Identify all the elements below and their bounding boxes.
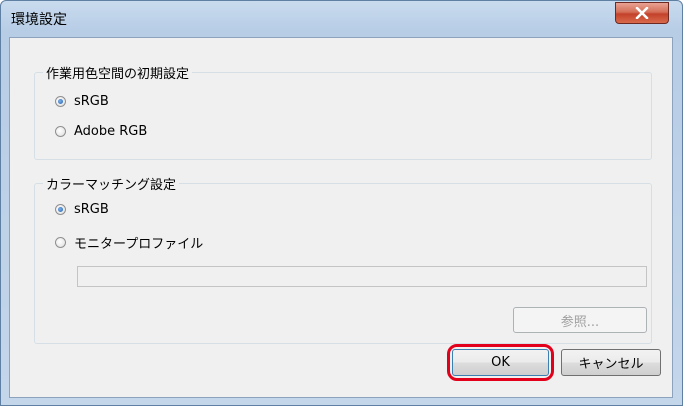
settings-dialog: 環境設定 作業用色空間の初期設定 sRGB Adobe RGB カラーマッチング… <box>0 0 683 406</box>
profile-path-field[interactable] <box>77 266 647 287</box>
matching-srgb-radio[interactable]: sRGB <box>55 202 109 217</box>
window-title: 環境設定 <box>11 12 67 28</box>
title-bar[interactable]: 環境設定 <box>1 1 682 37</box>
matching-monitor-profile-label: モニタープロファイル <box>74 237 204 252</box>
color-matching-group: カラーマッチング設定 sRGB モニタープロファイル 参照... <box>34 174 652 344</box>
matching-srgb-label: sRGB <box>74 202 109 217</box>
browse-button[interactable]: 参照... <box>513 307 647 333</box>
radio-checked-icon[interactable] <box>55 96 66 107</box>
workspace-srgb-label: sRGB <box>74 94 109 109</box>
browse-button-label: 参照... <box>560 314 600 330</box>
close-icon <box>635 7 649 19</box>
color-matching-legend: カラーマッチング設定 <box>43 174 180 193</box>
ok-highlight-annotation <box>447 344 554 381</box>
cancel-button-label: キャンセル <box>578 357 644 372</box>
radio-unchecked-icon[interactable] <box>55 126 66 137</box>
radio-unchecked-icon[interactable] <box>55 237 66 248</box>
close-button[interactable] <box>615 2 669 24</box>
matching-monitor-profile-radio[interactable]: モニタープロファイル <box>55 233 203 252</box>
dialog-client-area: 作業用色空間の初期設定 sRGB Adobe RGB カラーマッチング設定 sR… <box>9 37 673 398</box>
initial-workspace-legend: 作業用色空間の初期設定 <box>43 63 193 82</box>
workspace-adobe-rgb-label: Adobe RGB <box>74 124 148 139</box>
workspace-srgb-radio[interactable]: sRGB <box>55 94 109 109</box>
radio-checked-icon[interactable] <box>55 204 66 215</box>
cancel-button[interactable]: キャンセル <box>561 349 661 376</box>
workspace-adobe-rgb-radio[interactable]: Adobe RGB <box>55 124 147 139</box>
initial-workspace-group: 作業用色空間の初期設定 sRGB Adobe RGB <box>34 63 652 160</box>
